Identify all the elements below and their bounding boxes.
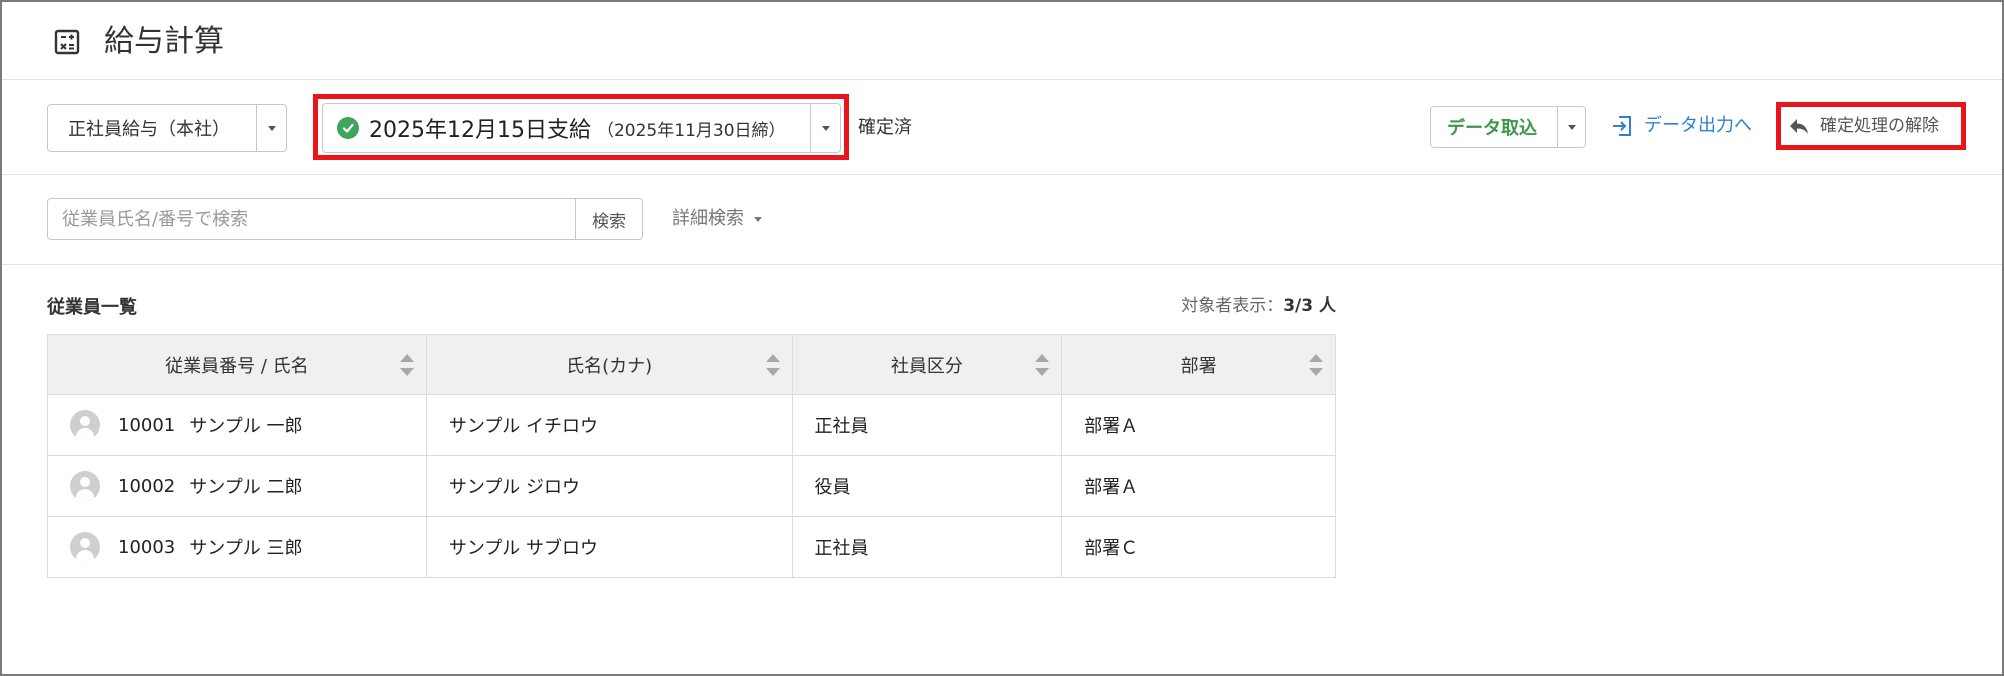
- advanced-search-toggle[interactable]: 詳細検索: [672, 207, 762, 231]
- company-select-value[interactable]: 正社員給与（本社）: [48, 105, 256, 151]
- data-export-label: データ出力へ: [1644, 115, 1752, 136]
- export-icon: [1613, 116, 1631, 136]
- employee-cell[interactable]: 10003 サンプル 三郎: [47, 516, 427, 578]
- table-header-row: 従業員番号 / 氏名 氏名(カナ) 社員区分 部署: [47, 334, 1336, 395]
- department-cell: 部署Ａ: [1061, 394, 1336, 456]
- sort-icon[interactable]: [1309, 353, 1323, 376]
- employee-list-title: 従業員一覧: [47, 297, 137, 318]
- search-button[interactable]: 検索: [575, 199, 642, 239]
- target-count-label: 対象者表示：: [1181, 296, 1284, 316]
- employee-number: 10002: [118, 475, 176, 497]
- employment-type-cell: 役員: [791, 455, 1063, 517]
- employee-number: 10001: [118, 414, 176, 436]
- calculator-icon: [54, 29, 80, 55]
- reply-icon: [1790, 119, 1808, 134]
- data-import-button[interactable]: データ取込: [1431, 107, 1557, 147]
- table-row[interactable]: 10002 サンプル 二郎 サンプル ジロウ 役員 部署Ａ: [47, 455, 1336, 517]
- unconfirm-label: 確定処理の解除: [1820, 116, 1939, 136]
- column-header-kana[interactable]: 氏名(カナ): [425, 334, 793, 395]
- company-select-dropdown[interactable]: [256, 105, 286, 151]
- employee-name: サンプル 三郎: [189, 538, 303, 559]
- data-import-dropdown[interactable]: [1557, 107, 1585, 147]
- chevron-down-icon: [1567, 124, 1576, 130]
- avatar-icon: [70, 410, 100, 440]
- employee-name: サンプル 一郎: [189, 416, 303, 437]
- department-cell: 部署Ｃ: [1061, 516, 1336, 578]
- search-row: 検索 詳細検索: [2, 175, 2002, 265]
- page-header: 給与計算: [2, 2, 2002, 80]
- employment-type-cell: 正社員: [791, 516, 1063, 578]
- employee-number: 10003: [118, 536, 176, 558]
- employee-name: サンプル 二郎: [189, 477, 303, 498]
- status-text: 確定済: [858, 117, 912, 138]
- advanced-search-label: 詳細検索: [672, 208, 744, 229]
- avatar-icon: [70, 471, 100, 501]
- sort-icon[interactable]: [1035, 353, 1050, 376]
- payday-date: 2025年12月15日支給: [369, 118, 591, 143]
- column-header-employment-type[interactable]: 社員区分: [791, 334, 1063, 395]
- kana-cell: サンプル ジロウ: [425, 455, 793, 517]
- employee-table: 従業員番号 / 氏名 氏名(カナ) 社員区分 部署 10001 サンプル 一郎 サ…: [47, 334, 1336, 578]
- company-select[interactable]: 正社員給与（本社）: [47, 104, 287, 152]
- payday-select-value[interactable]: 2025年12月15日支給 （2025年11月30日締）: [323, 104, 810, 152]
- target-count: 対象者表示：3/3 人: [1100, 291, 1336, 316]
- closing-date: （2025年11月30日締）: [596, 120, 786, 141]
- page-title: 給与計算: [104, 24, 224, 59]
- table-row[interactable]: 10001 サンプル 一郎 サンプル イチロウ 正社員 部署Ａ: [47, 394, 1336, 456]
- column-header-department[interactable]: 部署: [1061, 334, 1336, 395]
- payday-select[interactable]: 2025年12月15日支給 （2025年11月30日締）: [322, 103, 841, 153]
- kana-cell: サンプル サブロウ: [425, 516, 793, 578]
- sort-icon[interactable]: [765, 353, 780, 376]
- toolbar: 正社員給与（本社） 2025年12月15日支給 （2025年11月30日締） 確…: [2, 80, 2002, 175]
- check-circle-icon: [337, 117, 359, 139]
- payday-select-dropdown[interactable]: [810, 104, 840, 152]
- avatar-icon: [70, 532, 100, 562]
- table-row[interactable]: 10003 サンプル 三郎 サンプル サブロウ 正社員 部署Ｃ: [47, 516, 1336, 578]
- search-box: 検索: [47, 198, 643, 240]
- data-import-button-group[interactable]: データ取込: [1430, 106, 1586, 148]
- employee-cell[interactable]: 10002 サンプル 二郎: [47, 455, 427, 517]
- chevron-down-icon: [267, 125, 276, 131]
- unconfirm-link[interactable]: 確定処理の解除: [1788, 114, 1939, 138]
- employment-type-cell: 正社員: [791, 394, 1063, 456]
- search-input[interactable]: [48, 199, 575, 239]
- employee-cell[interactable]: 10001 サンプル 一郎: [47, 394, 427, 456]
- target-count-value: 3/3 人: [1283, 296, 1336, 316]
- department-cell: 部署Ａ: [1061, 455, 1336, 517]
- sort-icon[interactable]: [399, 353, 414, 376]
- chevron-down-icon: [821, 125, 830, 131]
- column-header-employee[interactable]: 従業員番号 / 氏名: [47, 334, 427, 395]
- kana-cell: サンプル イチロウ: [425, 394, 793, 456]
- data-export-link[interactable]: データ出力へ: [1610, 114, 1752, 138]
- chevron-down-icon: [754, 216, 762, 222]
